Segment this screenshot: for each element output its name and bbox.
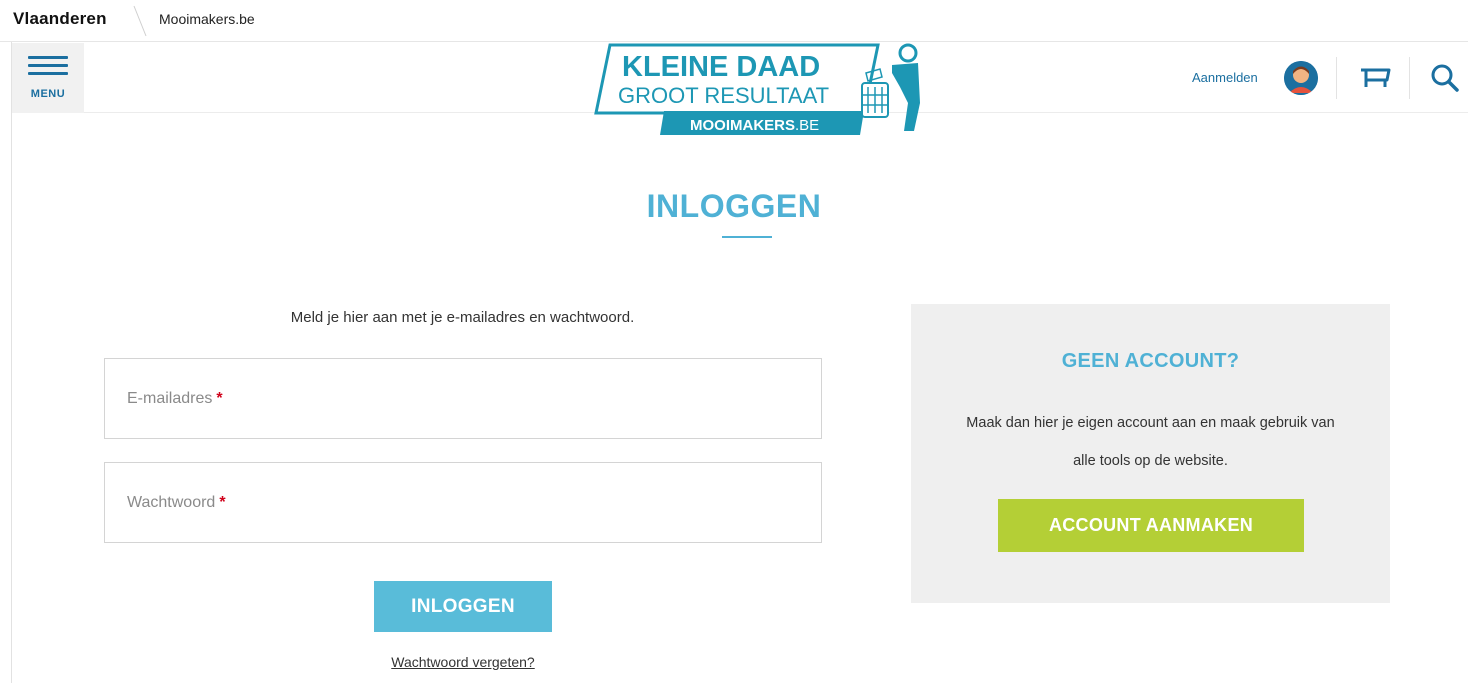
left-border (11, 42, 12, 683)
person-figure-icon (892, 43, 920, 131)
site-logo[interactable]: KLEINE DAAD GROOT RESULTAAT MOOIMAKERS.B… (578, 43, 928, 139)
login-submit-button[interactable]: INLOGGEN (374, 581, 552, 632)
signup-panel: GEEN ACCOUNT? Maak dan hier je eigen acc… (911, 304, 1390, 603)
password-placeholder: Wachtwoord * (127, 494, 226, 511)
email-placeholder: E-mailadres * (127, 390, 223, 407)
site-name[interactable]: Mooimakers.be (159, 11, 255, 27)
site-header: MENU KLEINE DAAD GROOT RESULTAAT MOOIMAK… (12, 43, 1468, 135)
required-mark: * (219, 494, 226, 511)
password-field[interactable]: Wachtwoord * (104, 462, 822, 543)
login-intro-text: Meld je hier aan met je e-mailadres en w… (290, 309, 635, 326)
email-field[interactable]: E-mailadres * (104, 358, 822, 439)
title-underline (722, 236, 772, 238)
hamburger-icon (28, 56, 68, 80)
signup-heading: GEEN ACCOUNT? (1061, 350, 1240, 372)
cart-icon[interactable] (1358, 63, 1394, 93)
menu-label: MENU (30, 88, 66, 100)
header-separator (1409, 57, 1410, 99)
user-avatar-icon[interactable] (1284, 61, 1318, 95)
login-link[interactable]: Aanmelden (1192, 70, 1258, 85)
forgot-password-link[interactable]: Wachtwoord vergeten? (374, 654, 552, 670)
svg-text:MOOIMAKERS.BE: MOOIMAKERS.BE (690, 117, 819, 134)
vlaanderen-brand[interactable]: Vlaanderen (13, 9, 107, 29)
required-mark: * (216, 390, 223, 407)
logo-line1: KLEINE DAAD (622, 51, 820, 83)
logo-line3-light: .BE (795, 117, 819, 134)
header-separator (1336, 57, 1337, 99)
create-account-button[interactable]: ACCOUNT AANMAKEN (998, 499, 1304, 552)
page-title: INLOGGEN (646, 188, 822, 224)
signup-text: Maak dan hier je eigen account aan en ma… (966, 415, 1335, 469)
logo-line3-bold: MOOIMAKERS (690, 117, 795, 134)
search-icon[interactable] (1430, 63, 1460, 93)
global-topbar: Vlaanderen Mooimakers.be (0, 0, 1468, 42)
logo-line2: GROOT RESULTAAT (618, 83, 829, 108)
menu-button[interactable]: MENU (12, 43, 84, 113)
breadcrumb-divider (133, 5, 147, 37)
